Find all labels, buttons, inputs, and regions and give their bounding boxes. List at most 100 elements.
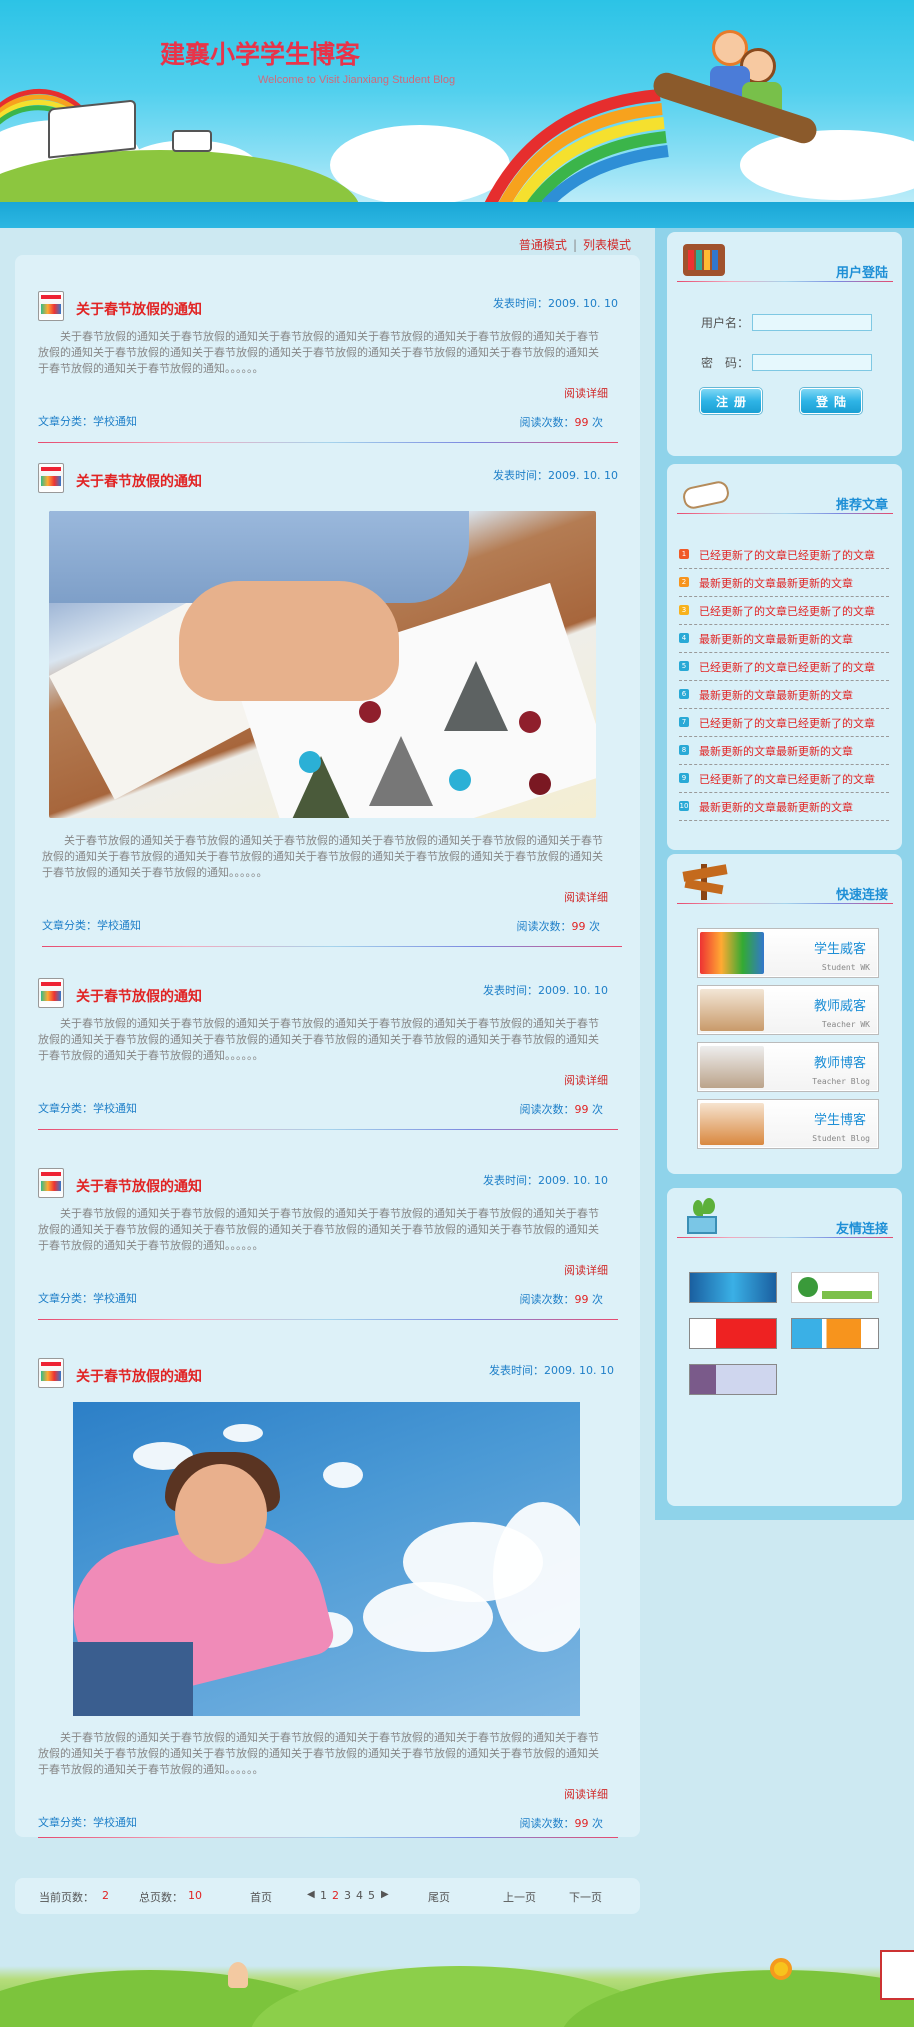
page-link-5[interactable]: 5 xyxy=(368,1889,375,1902)
article-body: 关于春节放假的通知关于春节放假的通知关于春节放假的通知关于春节放假的通知关于春节… xyxy=(38,1207,599,1252)
painted-hands-icon xyxy=(700,932,764,974)
house-in-hands-icon xyxy=(700,1103,764,1145)
friend-link-banner-1[interactable] xyxy=(689,1272,777,1303)
register-button[interactable]: 注册 xyxy=(700,388,762,414)
item-number-badge: 6 xyxy=(679,689,689,699)
read-count-prefix: 阅读次数： xyxy=(519,416,575,429)
first-page-link[interactable]: 首页 xyxy=(250,1889,272,1905)
plant-pot-icon xyxy=(679,1194,729,1234)
quick-link-subtitle: Student Blog xyxy=(812,1134,870,1143)
recommended-item[interactable]: 10 最新更新的文章最新更新的文章 xyxy=(679,793,889,821)
scroll-icon xyxy=(679,470,731,511)
username-input[interactable] xyxy=(752,314,872,331)
normal-mode-link[interactable]: 普通模式 xyxy=(519,238,567,252)
prev-page-link[interactable]: 上一页 xyxy=(503,1889,536,1905)
article-category[interactable]: 文章分类：学校通知 xyxy=(38,1814,137,1830)
student-blog-link[interactable]: 学生博客 Student Blog xyxy=(697,1099,879,1149)
recommended-item[interactable]: 6 最新更新的文章最新更新的文章 xyxy=(679,681,889,709)
handshake-icon xyxy=(700,1046,764,1088)
recommended-item[interactable]: 8 最新更新的文章最新更新的文章 xyxy=(679,737,889,765)
item-number-badge: 3 xyxy=(679,605,689,615)
signpost-icon xyxy=(679,860,729,900)
pagination-bar: 当前页数： 2 总页数： 10 首页 ◀ 1 2 3 4 5 ▶ 尾页 上一页 … xyxy=(15,1878,640,1914)
page-link-3[interactable]: 3 xyxy=(344,1889,351,1902)
read-more-link[interactable]: 阅读详细 xyxy=(564,1072,608,1088)
login-button[interactable]: 登陆 xyxy=(800,388,862,414)
friend-link-banner-4[interactable] xyxy=(791,1318,879,1349)
item-number-badge: 10 xyxy=(679,801,689,811)
recommended-item[interactable]: 2 最新更新的文章最新更新的文章 xyxy=(679,569,889,597)
quick-links-panel: 快速连接 学生威客 Student WK 教师威客 Teacher WK 教师博… xyxy=(667,854,902,1174)
recommended-item-text: 已经更新了的文章已经更新了的文章 xyxy=(699,717,875,730)
read-count-suffix: 次 xyxy=(592,416,603,429)
friend-link-banner-2[interactable] xyxy=(791,1272,879,1303)
calendar-icon xyxy=(38,291,64,321)
page-link-1[interactable]: 1 xyxy=(320,1889,327,1902)
article-title[interactable]: 关于春节放假的通知 xyxy=(76,1366,202,1386)
teacher-wk-link[interactable]: 教师威客 Teacher WK xyxy=(697,985,879,1035)
recommended-item[interactable]: 1 已经更新了的文章已经更新了的文章 xyxy=(679,541,889,569)
recommended-item[interactable]: 3 已经更新了的文章已经更新了的文章 xyxy=(679,597,889,625)
article-category[interactable]: 文章分类：学校通知 xyxy=(38,1100,137,1116)
calendar-icon xyxy=(38,978,64,1008)
quick-link-subtitle: Teacher Blog xyxy=(812,1077,870,1086)
read-more-link[interactable]: 阅读详细 xyxy=(564,1262,608,1278)
article-category[interactable]: 文章分类：学校通知 xyxy=(38,1290,137,1306)
last-page-link[interactable]: 尾页 xyxy=(428,1889,450,1905)
recommended-panel: 推荐文章 1 已经更新了的文章已经更新了的文章 2 最新更新的文章最新更新的文章 3 已经… xyxy=(667,464,902,850)
student-wk-link[interactable]: 学生威客 Student WK xyxy=(697,928,879,978)
next-page-link[interactable]: 下一页 xyxy=(569,1889,602,1905)
site-header: 建襄小学学生博客 Welcome to Visit Jianxiang Stud… xyxy=(0,0,914,228)
article-divider xyxy=(42,946,622,947)
recommended-item-text: 最新更新的文章最新更新的文章 xyxy=(699,633,853,646)
view-mode-bar: 普通模式 | 列表模式 xyxy=(519,236,631,253)
article-date: 发表时间：2009. 10. 10 xyxy=(493,297,618,310)
read-count-value: 99 xyxy=(571,920,586,933)
password-label: 密 码： xyxy=(701,356,750,370)
recommended-panel-title: 推荐文章 xyxy=(835,498,888,513)
read-more-link[interactable]: 阅读详细 xyxy=(564,1786,608,1802)
read-count: 阅读次数：99 次 xyxy=(520,1815,604,1831)
read-count: 阅读次数：99 次 xyxy=(520,414,604,430)
password-input[interactable] xyxy=(752,354,872,371)
total-pages-value: 10 xyxy=(188,1889,202,1902)
article-list: 关于春节放假的通知 发表时间：2009. 10. 10 关于春节放假的通知关于春… xyxy=(15,255,640,1838)
list-mode-link[interactable]: 列表模式 xyxy=(583,238,631,252)
read-count-prefix: 阅读次数： xyxy=(519,1293,575,1306)
friend-links-panel: 友情连接 xyxy=(667,1188,902,1506)
teacher-blog-link[interactable]: 教师博客 Teacher Blog xyxy=(697,1042,879,1092)
quick-link-title: 学生威客 xyxy=(813,942,866,957)
recommended-item[interactable]: 5 已经更新了的文章已经更新了的文章 xyxy=(679,653,889,681)
prev-arrow-icon[interactable]: ◀ xyxy=(307,1889,315,1900)
read-count-prefix: 阅读次数： xyxy=(516,920,572,933)
sunflower-icon xyxy=(770,1958,792,1980)
read-count-suffix: 次 xyxy=(592,1103,603,1116)
recommended-item[interactable]: 4 最新更新的文章最新更新的文章 xyxy=(679,625,889,653)
friend-link-banner-3[interactable] xyxy=(689,1318,777,1349)
article-body: 关于春节放假的通知关于春节放假的通知关于春节放假的通知关于春节放假的通知关于春节… xyxy=(38,330,599,375)
page-link-4[interactable]: 4 xyxy=(356,1889,363,1902)
item-number-badge: 1 xyxy=(679,549,689,559)
recommended-item[interactable]: 9 已经更新了的文章已经更新了的文章 xyxy=(679,765,889,793)
calendar-icon xyxy=(38,463,64,493)
article-category[interactable]: 文章分类：学校通知 xyxy=(38,413,137,429)
article-title[interactable]: 关于春节放假的通知 xyxy=(76,471,202,491)
article-item: 关于春节放假的通知 发表时间：2009. 10. 10 关于春节放假的通知关于春… xyxy=(38,1358,618,1838)
panel-divider xyxy=(677,281,893,282)
hands-raised-icon xyxy=(700,989,764,1031)
article-category[interactable]: 文章分类：学校通知 xyxy=(42,917,141,933)
site-subtitle: Welcome to Visit Jianxiang Student Blog xyxy=(258,74,456,86)
read-more-link[interactable]: 阅读详细 xyxy=(564,889,608,905)
read-count: 阅读次数：99 次 xyxy=(517,918,601,934)
main-content: 普通模式 | 列表模式 关于春节放假的通知 发表时间：2009. 10. 10 关于… xyxy=(0,228,655,1940)
next-arrow-icon[interactable]: ▶ xyxy=(381,1889,389,1900)
article-title[interactable]: 关于春节放假的通知 xyxy=(76,299,202,319)
page-link-2[interactable]: 2 xyxy=(332,1889,339,1902)
friend-link-banner-5[interactable] xyxy=(689,1364,777,1395)
article-title[interactable]: 关于春节放假的通知 xyxy=(76,1176,202,1196)
recommended-item-text: 已经更新了的文章已经更新了的文章 xyxy=(699,773,875,786)
read-more-link[interactable]: 阅读详细 xyxy=(564,385,608,401)
recommended-item[interactable]: 7 已经更新了的文章已经更新了的文章 xyxy=(679,709,889,737)
article-title[interactable]: 关于春节放假的通知 xyxy=(76,986,202,1006)
small-book-icon xyxy=(172,130,212,152)
